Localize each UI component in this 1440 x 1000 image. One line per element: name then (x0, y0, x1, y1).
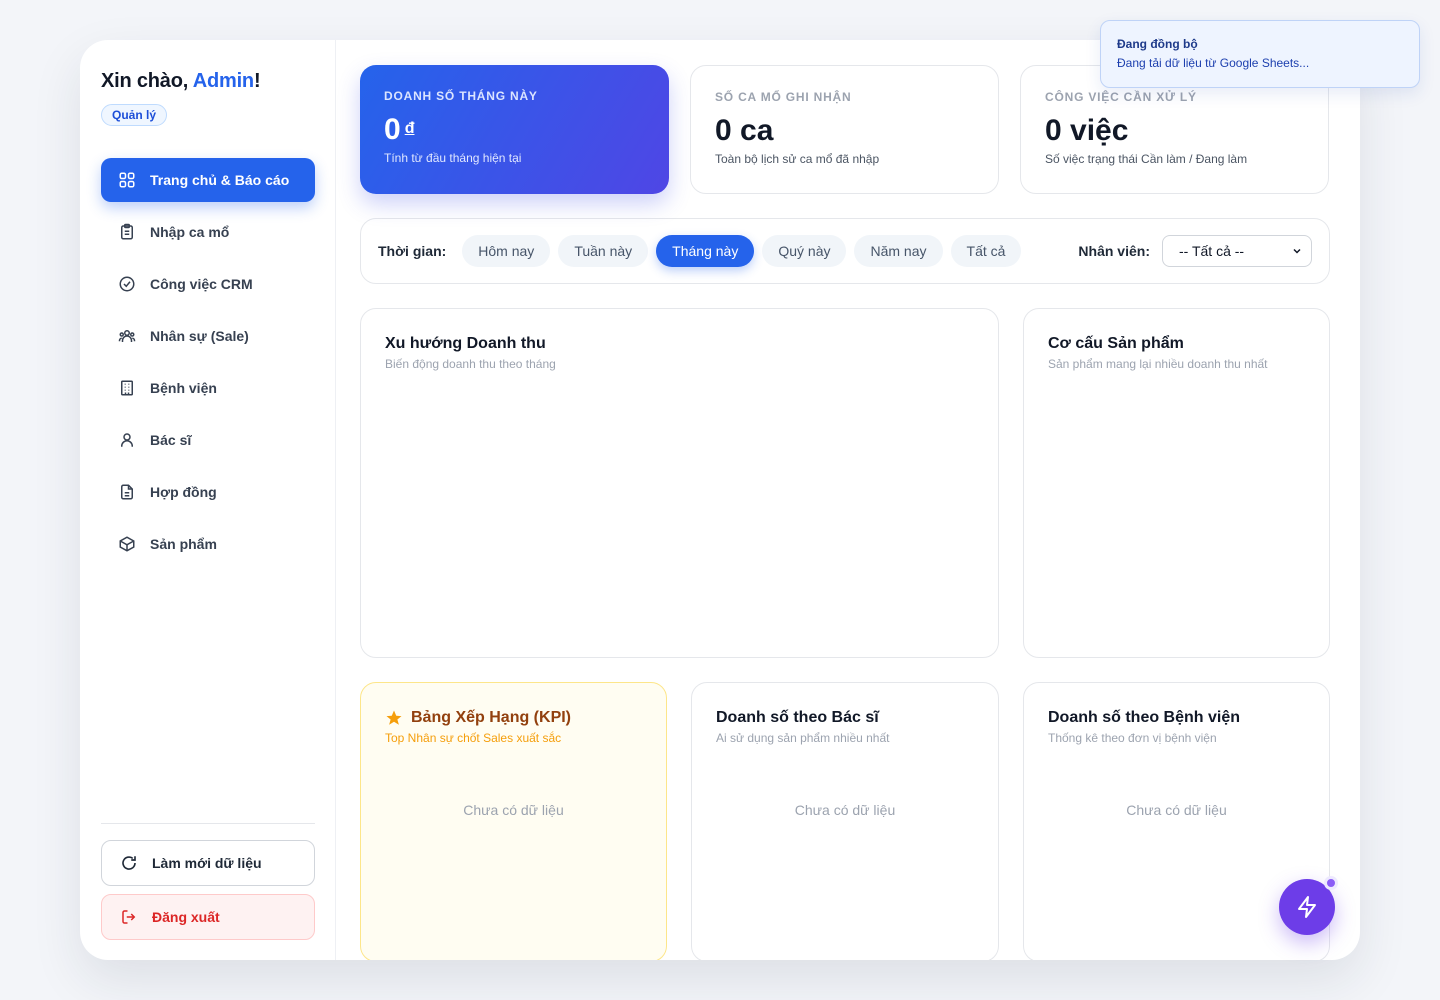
revenue-trend-card: Xu hướng Doanh thu Biến động doanh thu t… (360, 308, 999, 658)
logout-button[interactable]: Đăng xuất (101, 894, 315, 940)
toast-message: Đang tải dữ liệu từ Google Sheets... (1117, 56, 1310, 70)
rankings-row: Bảng Xếp Hạng (KPI) Top Nhân sự chốt Sal… (360, 682, 1330, 960)
sidebar-item-contracts[interactable]: Hợp đồng (101, 470, 315, 514)
stat-card-monthly-revenue: DOANH SỐ THÁNG NÀY 0đ Tính từ đầu tháng … (360, 65, 669, 194)
card-title: Xu hướng Doanh thu (385, 335, 546, 352)
stat-note: Toàn bộ lịch sử ca mổ đã nhập (715, 152, 880, 166)
grid-icon (119, 172, 135, 188)
role-badge: Quản lý (101, 104, 168, 126)
greeting: Xin chào, Admin! (101, 70, 315, 93)
sidebar-item-label: Sản phẩm (150, 536, 217, 552)
sidebar-item-label: Bác sĩ (150, 432, 192, 448)
building-icon (121, 380, 133, 396)
filter-bar: Thời gian: Hôm nay Tuần này Tháng này Qu… (360, 218, 1330, 284)
sync-toast: Đang đồng bộ Đang tải dữ liệu từ Google … (1100, 20, 1420, 88)
sidebar-item-surgery-entry[interactable]: Nhập ca mổ (101, 210, 315, 254)
period-pill-this-quarter[interactable]: Quý này (762, 235, 847, 267)
card-subtitle: Sản phẩm mang lại nhiều doanh thu nhất (1048, 357, 1268, 371)
document-icon (121, 484, 133, 500)
period-pill-today[interactable]: Hôm nay (462, 235, 551, 267)
currency-unit: đ (404, 120, 415, 137)
card-title: Cơ cấu Sản phẩm (1048, 335, 1184, 352)
stat-value: 0 việc (1045, 114, 1129, 147)
clipboard-icon (121, 223, 133, 240)
sidebar-item-label: Trang chủ & Báo cáo (150, 172, 290, 188)
time-filter-label: Thời gian: (378, 243, 447, 259)
kpi-leaderboard-card: Bảng Xếp Hạng (KPI) Top Nhân sự chốt Sal… (360, 682, 667, 960)
stat-note: Tính từ đầu tháng hiện tại (384, 151, 522, 165)
empty-state: Chưa có dữ liệu (463, 802, 564, 818)
sidebar-item-label: Nhập ca mổ (150, 224, 230, 240)
app-window: Xin chào, Admin! Quản lý Trang chủ & Báo… (80, 40, 1360, 960)
chevron-down-icon (1293, 248, 1301, 254)
star-icon (386, 710, 402, 725)
staff-select[interactable]: -- Tất cả -- (1162, 235, 1312, 267)
stat-label: DOANH SỐ THÁNG NÀY (384, 89, 538, 103)
sidebar-item-hospitals[interactable]: Bệnh viện (101, 366, 315, 410)
users-icon (118, 330, 136, 342)
logout-icon (122, 910, 136, 924)
notification-dot (1324, 876, 1338, 890)
empty-state: Chưa có dữ liệu (1126, 802, 1227, 818)
card-subtitle: Ai sử dụng sản phẩm nhiều nhất (716, 731, 890, 745)
staff-filter-label: Nhân viên: (1078, 243, 1150, 259)
card-title: Doanh số theo Bác sĩ (716, 709, 879, 726)
stat-card-surgeries: SỐ CA MỔ GHI NHẬN 0 ca Toàn bộ lịch sử c… (690, 65, 999, 194)
staff-select-value: -- Tất cả -- (1179, 243, 1245, 259)
user-name: Admin (192, 70, 254, 92)
sidebar: Xin chào, Admin! Quản lý Trang chủ & Báo… (80, 40, 336, 960)
toast-title: Đang đồng bộ (1117, 37, 1198, 51)
stat-value: 0 ca (715, 114, 774, 147)
charts-row: Xu hướng Doanh thu Biến động doanh thu t… (360, 308, 1330, 658)
sidebar-item-label: Bệnh viện (150, 380, 217, 396)
card-title: Doanh số theo Bệnh viện (1048, 709, 1241, 726)
period-pill-this-year[interactable]: Năm nay (854, 235, 943, 267)
sidebar-item-sales-staff[interactable]: Nhân sự (Sale) (101, 314, 315, 358)
stat-value: 0đ (384, 113, 645, 147)
stat-label: CÔNG VIỆC CẦN XỬ LÝ (1045, 90, 1197, 104)
logout-label: Đăng xuất (152, 909, 220, 925)
period-pill-this-week[interactable]: Tuần này (558, 235, 649, 267)
sidebar-item-products[interactable]: Sản phẩm (101, 522, 315, 566)
refresh-icon (122, 856, 136, 870)
staff-filter: Nhân viên: -- Tất cả -- (1078, 235, 1312, 267)
refresh-label: Làm mới dữ liệu (152, 855, 262, 871)
user-icon (121, 433, 133, 447)
sidebar-actions: Làm mới dữ liệu Đăng xuất (101, 823, 315, 940)
greeting-suffix: ! (253, 70, 261, 92)
period-pills: Hôm nay Tuần này Tháng này Quý này Năm n… (462, 235, 1022, 267)
main-content: DOANH SỐ THÁNG NÀY 0đ Tính từ đầu tháng … (336, 40, 1360, 960)
card-title: Bảng Xếp Hạng (KPI) (385, 709, 642, 727)
product-mix-card: Cơ cấu Sản phẩm Sản phẩm mang lại nhiều … (1023, 308, 1330, 658)
sidebar-nav: Trang chủ & Báo cáo Nhập ca mổ Công việc… (101, 158, 315, 566)
stat-number: 0 (384, 113, 401, 146)
sidebar-item-dashboard[interactable]: Trang chủ & Báo cáo (101, 158, 315, 202)
card-subtitle: Biến động doanh thu theo tháng (385, 357, 556, 371)
sidebar-item-label: Hợp đồng (150, 484, 217, 500)
stat-note: Số việc trạng thái Cần làm / Đang làm (1045, 152, 1248, 166)
lightning-icon (1298, 896, 1316, 918)
stat-label: SỐ CA MỔ GHI NHẬN (715, 90, 852, 104)
empty-state: Chưa có dữ liệu (794, 802, 896, 818)
period-pill-this-month[interactable]: Tháng này (656, 235, 755, 267)
sidebar-item-label: Nhân sự (Sale) (150, 328, 249, 344)
card-subtitle: Top Nhân sự chốt Sales xuất sắc (385, 731, 562, 745)
box-icon (119, 536, 135, 552)
refresh-data-button[interactable]: Làm mới dữ liệu (101, 840, 315, 886)
sales-by-doctor-card: Doanh số theo Bác sĩ Ai sử dụng sản phẩm… (691, 682, 999, 960)
sidebar-item-label: Công việc CRM (150, 276, 253, 292)
sidebar-item-doctors[interactable]: Bác sĩ (101, 418, 315, 462)
sidebar-item-crm-tasks[interactable]: Công việc CRM (101, 262, 315, 306)
check-circle-icon (119, 276, 135, 292)
greeting-prefix: Xin chào, (101, 70, 193, 92)
card-subtitle: Thống kê theo đơn vị bệnh viện (1048, 731, 1217, 745)
period-pill-all[interactable]: Tất cả (950, 235, 1022, 267)
card-title-text: Bảng Xếp Hạng (KPI) (411, 709, 572, 726)
